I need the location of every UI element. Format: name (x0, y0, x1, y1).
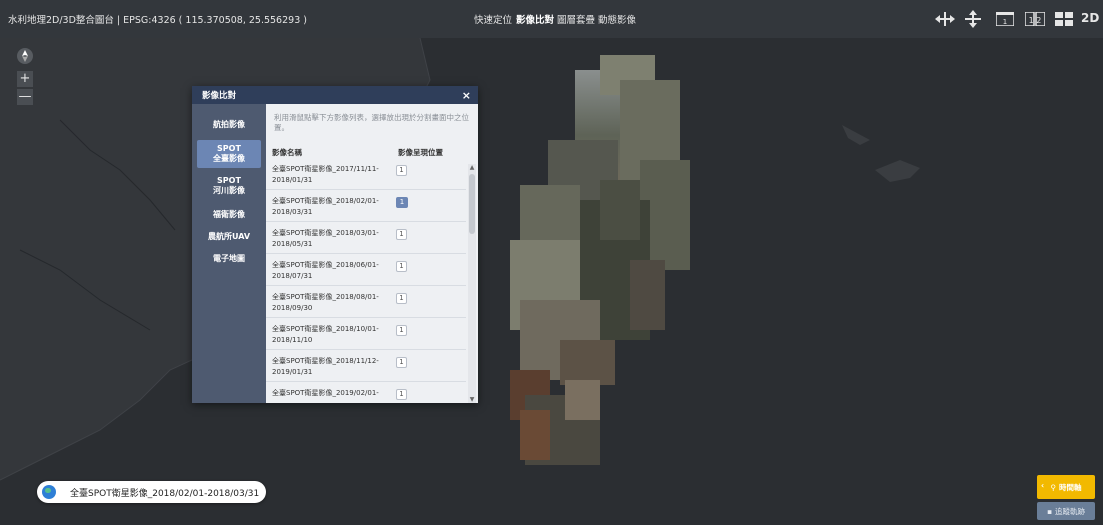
pin-icon: ⚲ (1050, 482, 1057, 492)
globe-icon (42, 485, 56, 499)
active-layer-badge[interactable]: 全臺SPOT衛星影像_2018/02/01-2018/03/31 (37, 481, 266, 503)
nav-quick-locate[interactable]: 快速定位 (474, 12, 512, 26)
image-name: 全臺SPOT衛星影像_2018/03/01- 2018/05/31 (272, 229, 379, 248)
list-item[interactable]: 全臺SPOT衛星影像_2018/03/01- 2018/05/31 1 (266, 222, 466, 254)
chevron-left-icon: ‹ (1041, 481, 1045, 490)
position-1-button[interactable]: 1 (396, 197, 408, 208)
category-label: 農航所UAV (207, 232, 251, 241)
list-item[interactable]: 全臺SPOT衛星影像_2017/11/11- 2018/01/31 1 (266, 158, 466, 190)
compass-icon[interactable] (17, 48, 33, 64)
zoom-out-button[interactable]: — (17, 89, 33, 105)
position-1-button[interactable]: 1 (396, 389, 407, 400)
category-label: 福衛影像 (213, 210, 245, 219)
column-header-name: 影像名稱 (272, 148, 302, 157)
top-bar: 水利地理2D/3D整合圖台 | EPSG:4326 ( 115.370508, … (0, 0, 1103, 38)
category-spot-island[interactable]: SPOT 全臺影像 (197, 140, 261, 168)
panel-title: 影像比對 (202, 91, 237, 101)
panel-header: 影像比對 × (192, 86, 478, 104)
image-name: 全臺SPOT衛星影像_2018/10/01- 2018/11/10 (272, 325, 379, 344)
position-1-button[interactable]: 1 (396, 325, 407, 336)
position-1-button[interactable]: 1 (396, 165, 407, 176)
category-uav[interactable]: 農航所UAV (197, 230, 261, 244)
image-list-content: 利用滑鼠點擊下方影像列表，選擇放出現於分割畫面中之位置。 影像名稱 影像呈現位置… (266, 104, 478, 403)
image-compare-panel: 影像比對 × 航拍影像 SPOT 全臺影像 SPOT 河川影像 福衛影像 農航所… (192, 86, 478, 403)
list-item[interactable]: 全臺SPOT衛星影像_2018/10/01- 2018/11/10 1 (266, 318, 466, 350)
list-item[interactable]: 全臺SPOT衛星影像_2018/02/01- 2018/03/31 1 (266, 190, 466, 222)
image-name: 全臺SPOT衛星影像_2018/08/01- 2018/09/30 (272, 293, 379, 312)
list-scrollbar[interactable]: ▲ ▼ (468, 164, 476, 403)
category-electronic-map[interactable]: 電子地圖 (197, 252, 261, 266)
island-1 (842, 125, 870, 145)
track-label: 追蹤軌跡 (1055, 506, 1086, 516)
nav-dynamic-image[interactable]: 動態影像 (598, 12, 636, 26)
image-list: 全臺SPOT衛星影像_2017/11/11- 2018/01/31 1 全臺SP… (266, 158, 466, 403)
scroll-down-icon[interactable]: ▼ (468, 396, 476, 403)
horizontal-swipe-icon[interactable] (934, 10, 956, 28)
scroll-thumb[interactable] (469, 174, 475, 234)
image-name: 全臺SPOT衛星影像_2017/11/11- 2018/01/31 (272, 165, 379, 184)
mode-2d-toggle[interactable]: 2D (1081, 11, 1099, 25)
column-header-position: 影像呈現位置 (398, 148, 443, 157)
map-svg (0, 37, 920, 481)
dual-view-label: 1 2 (1029, 16, 1042, 25)
category-aerial[interactable]: 航拍影像 (197, 118, 261, 132)
single-view-icon[interactable]: 1 (994, 10, 1016, 28)
list-item[interactable]: 全臺SPOT衛星影像_2018/06/01- 2018/07/31 1 (266, 254, 466, 286)
list-item[interactable]: 全臺SPOT衛星影像_2018/08/01- 2018/09/30 1 (266, 286, 466, 318)
category-spot-river[interactable]: SPOT 河川影像 (197, 174, 261, 198)
category-label: SPOT 全臺影像 (213, 144, 245, 163)
app-title: 水利地理2D/3D整合圖台 | EPSG:4326 ( 115.370508, … (8, 15, 307, 26)
position-1-button[interactable]: 1 (396, 261, 407, 272)
position-1-button[interactable]: 1 (396, 357, 407, 368)
image-name: 全臺SPOT衛星影像_2018/02/01- 2018/03/31 (272, 197, 379, 216)
island-2 (875, 160, 920, 182)
list-item[interactable]: 全臺SPOT衛星影像_2018/11/12- 2019/01/31 1 (266, 350, 466, 382)
single-view-label: 1 (1003, 18, 1007, 26)
dual-view-icon[interactable]: 1 2 (1024, 10, 1046, 28)
map-canvas[interactable] (0, 0, 1103, 525)
category-label: 電子地圖 (213, 254, 245, 263)
category-formosat[interactable]: 福衛影像 (197, 208, 261, 222)
scroll-up-icon[interactable]: ▲ (468, 164, 476, 171)
category-menu: 航拍影像 SPOT 全臺影像 SPOT 河川影像 福衛影像 農航所UAV 電子地… (192, 104, 266, 403)
category-label: SPOT 河川影像 (213, 176, 245, 195)
panel-body: 航拍影像 SPOT 全臺影像 SPOT 河川影像 福衛影像 農航所UAV 電子地… (192, 104, 478, 403)
category-label: 航拍影像 (213, 120, 245, 129)
timeline-label: 時間軸 (1059, 482, 1082, 492)
image-name: 全臺SPOT衛星影像_2019/02/01- (272, 389, 379, 397)
quad-view-icon[interactable] (1053, 10, 1075, 28)
zoom-in-button[interactable]: + (17, 71, 33, 87)
list-item[interactable]: 全臺SPOT衛星影像_2019/02/01- 1 (266, 382, 466, 403)
track-icon: ▪ (1046, 506, 1053, 516)
satellite-tiles (510, 55, 690, 465)
vertical-swipe-icon[interactable] (962, 10, 984, 28)
instruction-hint: 利用滑鼠點擊下方影像列表，選擇放出現於分割畫面中之位置。 (274, 113, 469, 132)
position-1-button[interactable]: 1 (396, 293, 407, 304)
close-icon[interactable]: × (462, 89, 471, 102)
nav-image-compare[interactable]: 影像比對 (516, 12, 554, 26)
position-1-button[interactable]: 1 (396, 229, 407, 240)
image-name: 全臺SPOT衛星影像_2018/06/01- 2018/07/31 (272, 261, 379, 280)
timeline-button[interactable]: ‹ ⚲ 時間軸 (1037, 475, 1095, 499)
image-name: 全臺SPOT衛星影像_2018/11/12- 2019/01/31 (272, 357, 379, 376)
active-layer-label: 全臺SPOT衛星影像_2018/02/01-2018/03/31 (70, 488, 260, 499)
track-button[interactable]: ▪ 追蹤軌跡 (1037, 502, 1095, 520)
nav-layer-overlay[interactable]: 圖層套疊 (557, 12, 595, 26)
